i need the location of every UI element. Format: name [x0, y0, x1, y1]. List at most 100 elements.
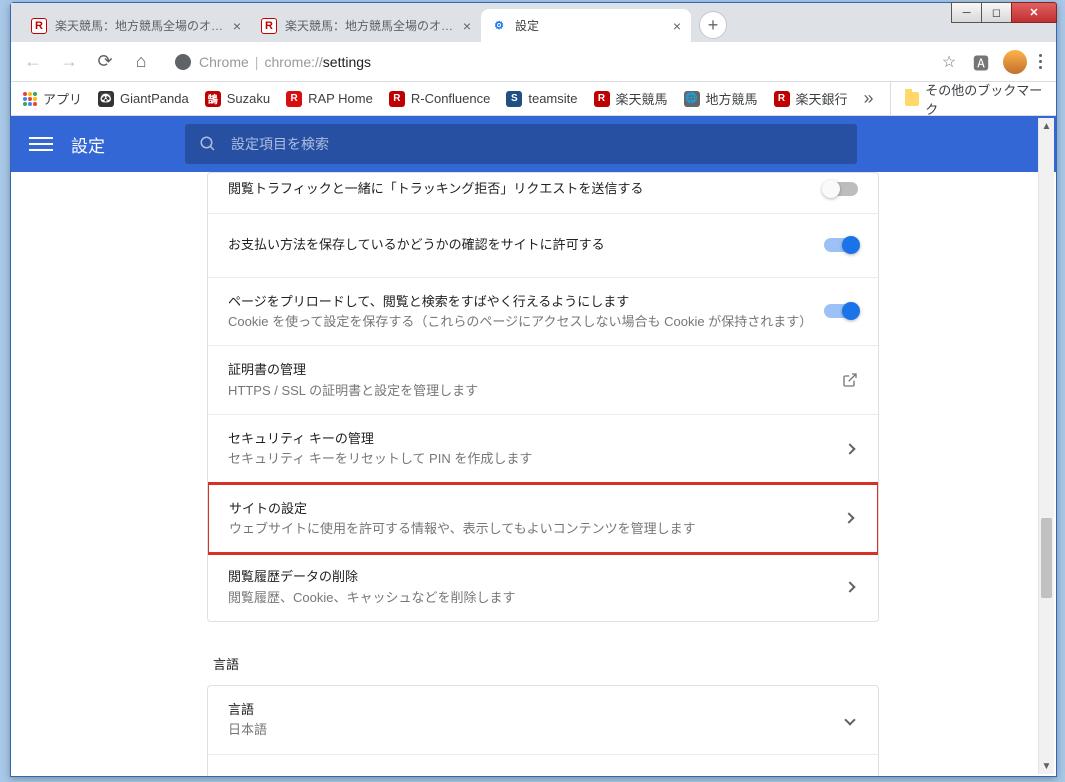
language-heading: 言語	[213, 654, 879, 673]
bookmark-item[interactable]: 鵠 Suzaku	[205, 91, 270, 107]
address-bar[interactable]: Chrome | chrome://settings	[163, 47, 931, 77]
extension-icon[interactable]: 🅰	[971, 52, 991, 72]
bookmark-favicon-icon: 鵠	[205, 91, 221, 107]
reload-button[interactable]: ⟳	[91, 48, 119, 76]
tab-close-icon[interactable]: ×	[233, 18, 241, 34]
favicon-settings-icon: ⚙	[491, 18, 507, 34]
tab-title: 設定	[515, 17, 667, 34]
setting-row-certificates[interactable]: 証明書の管理 HTTPS / SSL の証明書と設定を管理します	[208, 346, 878, 415]
row-title: セキュリティ キーの管理	[228, 429, 830, 449]
row-title: サイトの設定	[229, 499, 829, 519]
vertical-scrollbar[interactable]: ▲ ▼	[1038, 118, 1054, 774]
chevron-right-icon	[844, 581, 855, 592]
window-close-button[interactable]: ✕	[1011, 2, 1057, 23]
settings-header-bar: 設定	[11, 116, 1056, 172]
bookmark-label: 地方競馬	[706, 89, 758, 108]
window-controls: ─ ◻ ✕	[952, 2, 1057, 23]
setting-row-security-keys[interactable]: セキュリティ キーの管理 セキュリティ キーをリセットして PIN を作成します	[208, 415, 878, 484]
setting-row-payment-check[interactable]: お支払い方法を保存しているかどうかの確認をサイトに許可する	[208, 214, 878, 278]
other-bookmarks-label: その他のブックマーク	[925, 82, 1044, 116]
bookmark-favicon-icon: R	[389, 91, 405, 107]
bookmark-item[interactable]: R RAP Home	[286, 91, 373, 107]
forward-button[interactable]: →	[55, 48, 83, 76]
setting-row-clear-data[interactable]: 閲覧履歴データの削除 閲覧履歴、Cookie、キャッシュなどを削除します	[208, 553, 878, 621]
bookmark-favicon-icon: R	[774, 91, 790, 107]
browser-tab[interactable]: R 楽天競馬：地方競馬全場のオッズ ×	[251, 9, 481, 42]
settings-title: 設定	[71, 132, 105, 157]
bookmark-item[interactable]: 🌐 地方競馬	[684, 89, 758, 108]
bookmark-favicon-icon: 🌐	[684, 91, 700, 107]
bookmark-item[interactable]: R 楽天銀行	[774, 89, 848, 108]
bookmark-label: R-Confluence	[411, 91, 491, 106]
apps-shortcut[interactable]: アプリ	[23, 89, 82, 108]
toggle-switch[interactable]	[824, 238, 858, 252]
row-subtitle: セキュリティ キーをリセットして PIN を作成します	[228, 450, 830, 468]
bookmark-favicon-icon: R	[594, 91, 610, 107]
bookmark-favicon-icon: 🐼	[98, 91, 114, 107]
bookmark-favicon-icon: R	[286, 91, 302, 107]
row-subtitle: Cookie を使って設定を保存する（これらのページにアクセスしない場合も Co…	[228, 313, 808, 331]
tab-title: 楽天競馬：地方競馬全場のオッズ	[285, 17, 457, 34]
other-bookmarks-folder[interactable]: その他のブックマーク	[890, 82, 1044, 116]
setting-row-site-settings[interactable]: サイトの設定 ウェブサイトに使用を許可する情報や、表示してもよいコンテンツを管理…	[207, 482, 879, 556]
toggle-switch[interactable]	[824, 182, 858, 196]
scroll-up-icon[interactable]: ▲	[1039, 118, 1054, 134]
bookmark-label: 楽天競馬	[616, 89, 668, 108]
setting-row-dnt[interactable]: 閲覧トラフィックと一緒に「トラッキング拒否」リクエストを送信する	[208, 173, 878, 214]
setting-row-spellcheck[interactable]: スペルチェック	[208, 755, 878, 776]
bookmarks-bar: アプリ 🐼GiantPanda 鵠 Suzaku R RAP Home R R-Con…	[11, 82, 1056, 116]
browser-tab[interactable]: R 楽天競馬：地方競馬全場のオッズ ×	[21, 9, 251, 42]
chrome-icon	[175, 54, 191, 70]
window-minimize-button[interactable]: ─	[951, 2, 982, 23]
bookmark-item[interactable]: R 楽天競馬	[594, 89, 668, 108]
setting-row-preload[interactable]: ページをプリロードして、閲覧と検索をすばやく行えるようにします Cookie を…	[208, 278, 878, 347]
omnibox-url-scheme: chrome://	[264, 54, 322, 70]
browser-toolbar: ← → ⟳ ⌂ Chrome | chrome://settings ☆ 🅰	[11, 42, 1056, 82]
hamburger-menu-icon[interactable]	[29, 132, 53, 156]
bookmark-overflow-button[interactable]: »	[864, 88, 874, 109]
tab-close-icon[interactable]: ×	[673, 18, 681, 34]
apps-grid-icon	[23, 92, 37, 106]
bookmark-item[interactable]: Steamsite	[506, 91, 577, 107]
bookmark-label: 楽天銀行	[796, 89, 848, 108]
row-title: 言語	[228, 700, 830, 720]
row-title: 閲覧履歴データの削除	[228, 567, 830, 587]
row-title: ページをプリロードして、閲覧と検索をすばやく行えるようにします	[228, 292, 808, 312]
bookmark-item[interactable]: 🐼GiantPanda	[98, 91, 189, 107]
home-button[interactable]: ⌂	[127, 48, 155, 76]
star-icon[interactable]: ☆	[939, 52, 959, 72]
tab-close-icon[interactable]: ×	[463, 18, 471, 34]
scroll-down-icon[interactable]: ▼	[1039, 758, 1054, 774]
toolbar-right: ☆ 🅰	[939, 50, 1048, 74]
bookmark-item[interactable]: R R-Confluence	[389, 91, 491, 107]
privacy-section: 閲覧トラフィックと一緒に「トラッキング拒否」リクエストを送信する お支払い方法を…	[207, 172, 879, 622]
kebab-menu-icon[interactable]	[1039, 54, 1042, 69]
settings-search-box[interactable]	[185, 124, 857, 164]
row-title: お支払い方法を保存しているかどうかの確認をサイトに許可する	[228, 235, 808, 255]
omnibox-chrome-label: Chrome	[199, 54, 249, 70]
settings-content: 閲覧トラフィックと一緒に「トラッキング拒否」リクエストを送信する お支払い方法を…	[11, 172, 1056, 776]
setting-row-language[interactable]: 言語 日本語	[208, 686, 878, 755]
search-icon	[199, 135, 217, 153]
browser-tab-active[interactable]: ⚙ 設定 ×	[481, 9, 691, 42]
bookmark-label: RAP Home	[308, 91, 373, 106]
profile-avatar[interactable]	[1003, 50, 1027, 74]
window-maximize-button[interactable]: ◻	[981, 2, 1012, 23]
toggle-switch[interactable]	[824, 304, 858, 318]
row-subtitle: ウェブサイトに使用を許可する情報や、表示してもよいコンテンツを管理します	[229, 520, 829, 538]
bookmark-label: Suzaku	[227, 91, 270, 106]
tab-title: 楽天競馬：地方競馬全場のオッズ	[55, 17, 227, 34]
settings-panel: 閲覧トラフィックと一緒に「トラッキング拒否」リクエストを送信する お支払い方法を…	[207, 172, 879, 776]
open-external-icon	[842, 372, 858, 388]
chevron-down-icon	[844, 714, 855, 725]
omnibox-separator: |	[255, 54, 259, 70]
apps-label: アプリ	[43, 89, 82, 108]
scroll-thumb[interactable]	[1041, 518, 1052, 598]
language-section: 言語 日本語 スペルチェック	[207, 685, 879, 776]
folder-icon	[905, 92, 920, 106]
bookmark-label: teamsite	[528, 91, 577, 106]
new-tab-button[interactable]: +	[699, 11, 727, 39]
back-button[interactable]: ←	[19, 48, 47, 76]
settings-search-input[interactable]	[231, 136, 843, 152]
favicon-rakuten-icon: R	[31, 18, 47, 34]
